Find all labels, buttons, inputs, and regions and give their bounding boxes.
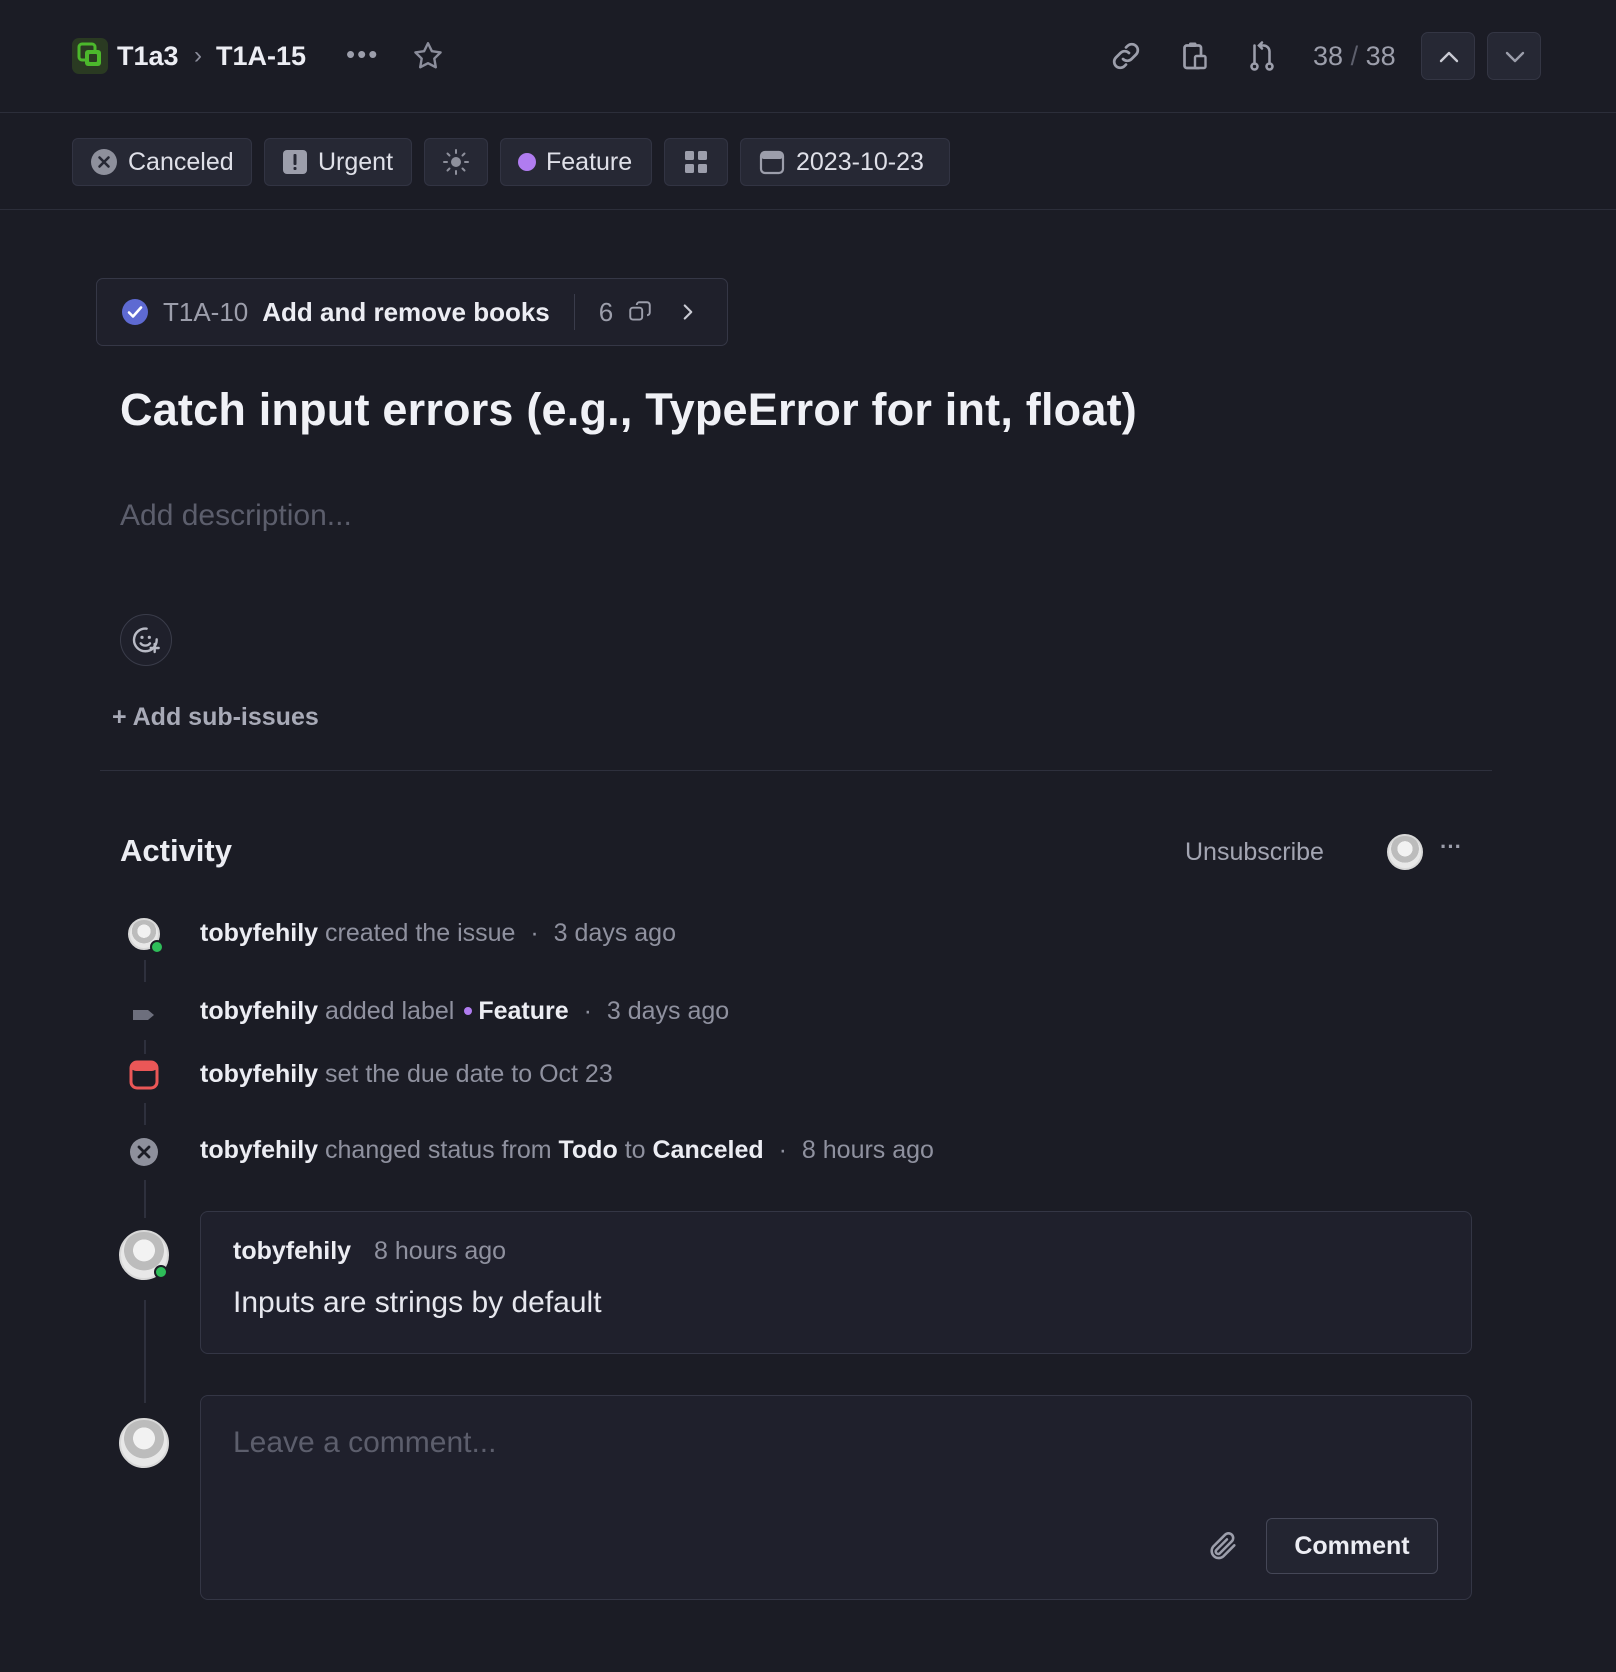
next-issue-button[interactable] bbox=[1487, 32, 1541, 80]
description-input[interactable]: Add description... bbox=[120, 499, 352, 533]
add-sub-issues-button[interactable]: + Add sub-issues bbox=[112, 703, 319, 732]
project-chip[interactable] bbox=[664, 138, 728, 186]
paperclip-icon bbox=[1210, 1532, 1236, 1560]
divider bbox=[573, 294, 575, 330]
issue-title[interactable]: Catch input errors (e.g., TypeError for … bbox=[120, 384, 1137, 436]
copy-branch-icon[interactable] bbox=[1177, 38, 1213, 74]
event-action: set the due date to Oct 23 bbox=[325, 1060, 613, 1088]
event-time: 8 hours ago bbox=[801, 1136, 934, 1164]
due-date-chip[interactable]: 2023-10-23 bbox=[740, 138, 950, 186]
sub-issue-count: 6 bbox=[598, 296, 614, 327]
event-time: 3 days ago bbox=[553, 919, 676, 947]
git-branch-icon[interactable] bbox=[1244, 38, 1280, 74]
event-action: created the issue bbox=[325, 919, 516, 947]
calendar-icon bbox=[759, 150, 785, 175]
emoji-add-icon bbox=[132, 627, 160, 654]
attach-file-button[interactable] bbox=[1206, 1529, 1240, 1563]
event-action: added label bbox=[325, 997, 455, 1025]
activity-event-created: tobyfehily created the issue · 3 days ag… bbox=[200, 916, 676, 950]
activity-heading: Activity bbox=[120, 833, 232, 868]
canceled-status-icon bbox=[129, 1137, 159, 1167]
assignee-chip[interactable] bbox=[424, 138, 488, 186]
comment-time[interactable]: 8 hours ago bbox=[374, 1237, 506, 1266]
counter-current: 38 bbox=[1313, 41, 1344, 71]
grid-icon bbox=[685, 151, 707, 173]
comment-input[interactable]: Leave a comment... bbox=[233, 1426, 496, 1460]
property-bar: Canceled Urgent Feature 2023-10-23 bbox=[0, 113, 1616, 210]
online-indicator bbox=[154, 1265, 168, 1279]
online-indicator bbox=[150, 940, 164, 954]
event-from-status: Todo bbox=[558, 1136, 618, 1164]
canceled-status-icon bbox=[91, 149, 117, 175]
breadcrumb-issue-id[interactable]: T1A-15 bbox=[216, 38, 306, 74]
done-status-icon bbox=[122, 299, 148, 325]
issue-counter: 38 / 38 bbox=[1313, 38, 1396, 74]
urgent-priority-icon bbox=[283, 150, 307, 174]
chevron-up-icon bbox=[1439, 51, 1459, 63]
assignee-icon bbox=[443, 149, 469, 175]
event-separator: · bbox=[530, 919, 539, 947]
star-icon[interactable] bbox=[410, 38, 446, 74]
top-bar: T1a3 › T1A-15 ••• 38 / 38 bbox=[0, 0, 1616, 113]
label-chip[interactable]: Feature bbox=[500, 138, 652, 186]
unsubscribe-button[interactable]: Unsubscribe bbox=[1185, 838, 1324, 867]
subscriber-avatar[interactable] bbox=[1387, 834, 1423, 870]
timeline-line bbox=[144, 1040, 146, 1054]
priority-chip[interactable]: Urgent bbox=[264, 138, 412, 186]
counter-separator: / bbox=[1350, 41, 1359, 71]
timeline-line bbox=[144, 960, 146, 982]
event-time: 3 days ago bbox=[606, 997, 730, 1025]
parent-issue-title: Add and remove books bbox=[262, 296, 550, 327]
comment-card: tobyfehily 8 hours ago Inputs are string… bbox=[200, 1211, 1472, 1354]
activity-event-status: tobyfehily changed status from Todo to C… bbox=[200, 1133, 934, 1167]
more-options-button[interactable]: ••• bbox=[346, 36, 379, 72]
breadcrumb-separator: › bbox=[194, 42, 202, 69]
parent-issue-id: T1A-10 bbox=[163, 296, 249, 327]
event-separator: · bbox=[778, 1136, 787, 1164]
comment-editor[interactable]: Leave a comment... Comment bbox=[200, 1395, 1472, 1600]
comment-body: Inputs are strings by default bbox=[233, 1286, 602, 1319]
breadcrumb-project[interactable]: T1a3 bbox=[117, 38, 179, 74]
comment-submit-button[interactable]: Comment bbox=[1266, 1518, 1438, 1574]
feature-label-dot bbox=[464, 1007, 473, 1015]
current-user-avatar bbox=[119, 1418, 169, 1468]
label-tag-icon bbox=[131, 1002, 157, 1028]
event-to-status: Canceled bbox=[652, 1136, 764, 1164]
due-date-calendar-icon bbox=[128, 1059, 160, 1091]
link-icon[interactable] bbox=[1108, 38, 1144, 74]
event-separator: · bbox=[583, 997, 592, 1025]
previous-issue-button[interactable] bbox=[1421, 32, 1475, 80]
feature-label-dot bbox=[518, 153, 536, 171]
chevron-right-icon bbox=[683, 304, 693, 320]
section-divider bbox=[100, 770, 1492, 771]
add-reaction-button[interactable] bbox=[120, 614, 172, 666]
activity-more-button[interactable]: ··· bbox=[1440, 834, 1462, 860]
event-user[interactable]: tobyfehily bbox=[200, 1060, 318, 1088]
priority-label: Urgent bbox=[318, 147, 394, 176]
event-user[interactable]: tobyfehily bbox=[200, 1136, 318, 1164]
event-label[interactable]: Feature bbox=[478, 997, 568, 1025]
timeline-line bbox=[144, 1103, 146, 1125]
parent-issue-card[interactable]: T1A-10 Add and remove books 6 bbox=[96, 278, 728, 346]
counter-total: 38 bbox=[1365, 41, 1396, 71]
timeline-line bbox=[144, 1300, 146, 1403]
event-to-word: to bbox=[624, 1136, 646, 1164]
due-date-label: 2023-10-23 bbox=[796, 147, 924, 176]
timeline-line bbox=[144, 1180, 146, 1218]
status-label: Canceled bbox=[128, 147, 234, 176]
project-icon[interactable] bbox=[72, 38, 108, 74]
activity-event-due-date: tobyfehily set the due date to Oct 23 bbox=[200, 1057, 613, 1091]
sub-issues-icon bbox=[629, 301, 651, 321]
status-chip[interactable]: Canceled bbox=[72, 138, 252, 186]
event-action: changed status from bbox=[325, 1136, 552, 1164]
activity-event-label: tobyfehily added label Feature · 3 days a… bbox=[200, 994, 729, 1028]
label-name: Feature bbox=[546, 147, 633, 176]
event-user[interactable]: tobyfehily bbox=[200, 919, 318, 947]
chevron-down-icon bbox=[1505, 51, 1525, 63]
comment-author[interactable]: tobyfehily bbox=[233, 1237, 351, 1266]
event-user[interactable]: tobyfehily bbox=[200, 997, 318, 1025]
